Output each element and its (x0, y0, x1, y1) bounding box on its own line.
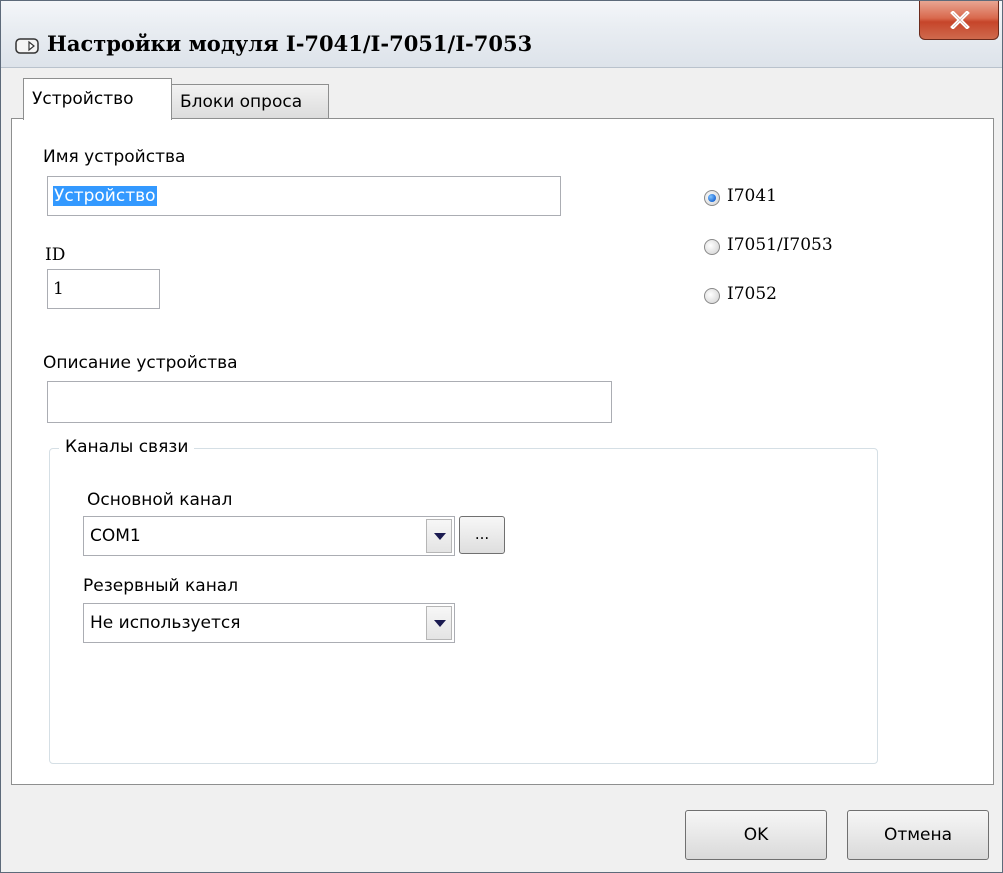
backup-channel-value: Не используется (90, 613, 241, 633)
chevron-down-icon (434, 620, 446, 627)
device-name-selected-text: Устройство (53, 186, 157, 206)
radio-label-i7051-i7053[interactable]: I7051/I7053 (727, 235, 833, 255)
window-icon (15, 38, 39, 54)
radio-i7041[interactable] (704, 190, 720, 206)
window-title: Настройки модуля I-7041/I-7051/I-7053 (47, 31, 533, 56)
primary-channel-value: COM1 (90, 526, 141, 546)
radio-selected-dot (708, 194, 716, 202)
description-label: Описание устройства (43, 353, 238, 373)
chevron-down-icon (434, 533, 446, 540)
radio-label-i7041[interactable]: I7041 (727, 186, 777, 206)
backup-channel-label: Резервный канал (83, 576, 239, 596)
primary-channel-label: Основной канал (87, 490, 233, 510)
cancel-button[interactable]: Отмена (847, 810, 989, 860)
backup-channel-select[interactable]: Не используется (83, 603, 455, 643)
close-button[interactable] (919, 1, 999, 40)
radio-label-i7052[interactable]: I7052 (727, 284, 777, 304)
device-name-input[interactable]: Устройство (47, 176, 561, 216)
primary-channel-settings-button[interactable]: ... (459, 516, 505, 554)
radio-i7051-i7053[interactable] (704, 239, 720, 255)
id-input[interactable]: 1 (47, 269, 160, 309)
radio-i7052[interactable] (704, 288, 720, 304)
settings-dialog: Настройки модуля I-7041/I-7051/I-7053 Ус… (0, 0, 1003, 873)
primary-channel-dropdown-button[interactable] (426, 519, 452, 553)
tab-device[interactable]: Устройство (23, 78, 172, 120)
title-bar[interactable]: Настройки модуля I-7041/I-7051/I-7053 (1, 1, 1002, 68)
backup-channel-dropdown-button[interactable] (426, 606, 452, 640)
device-name-label: Имя устройства (43, 147, 186, 167)
description-input[interactable] (47, 381, 612, 423)
primary-channel-select[interactable]: COM1 (83, 516, 455, 556)
tab-polling-blocks[interactable]: Блоки опроса (172, 84, 329, 119)
close-icon (950, 11, 970, 29)
ok-button[interactable]: OK (685, 810, 827, 860)
id-label: ID (45, 245, 66, 265)
channels-group-title: Каналы связи (59, 437, 195, 457)
